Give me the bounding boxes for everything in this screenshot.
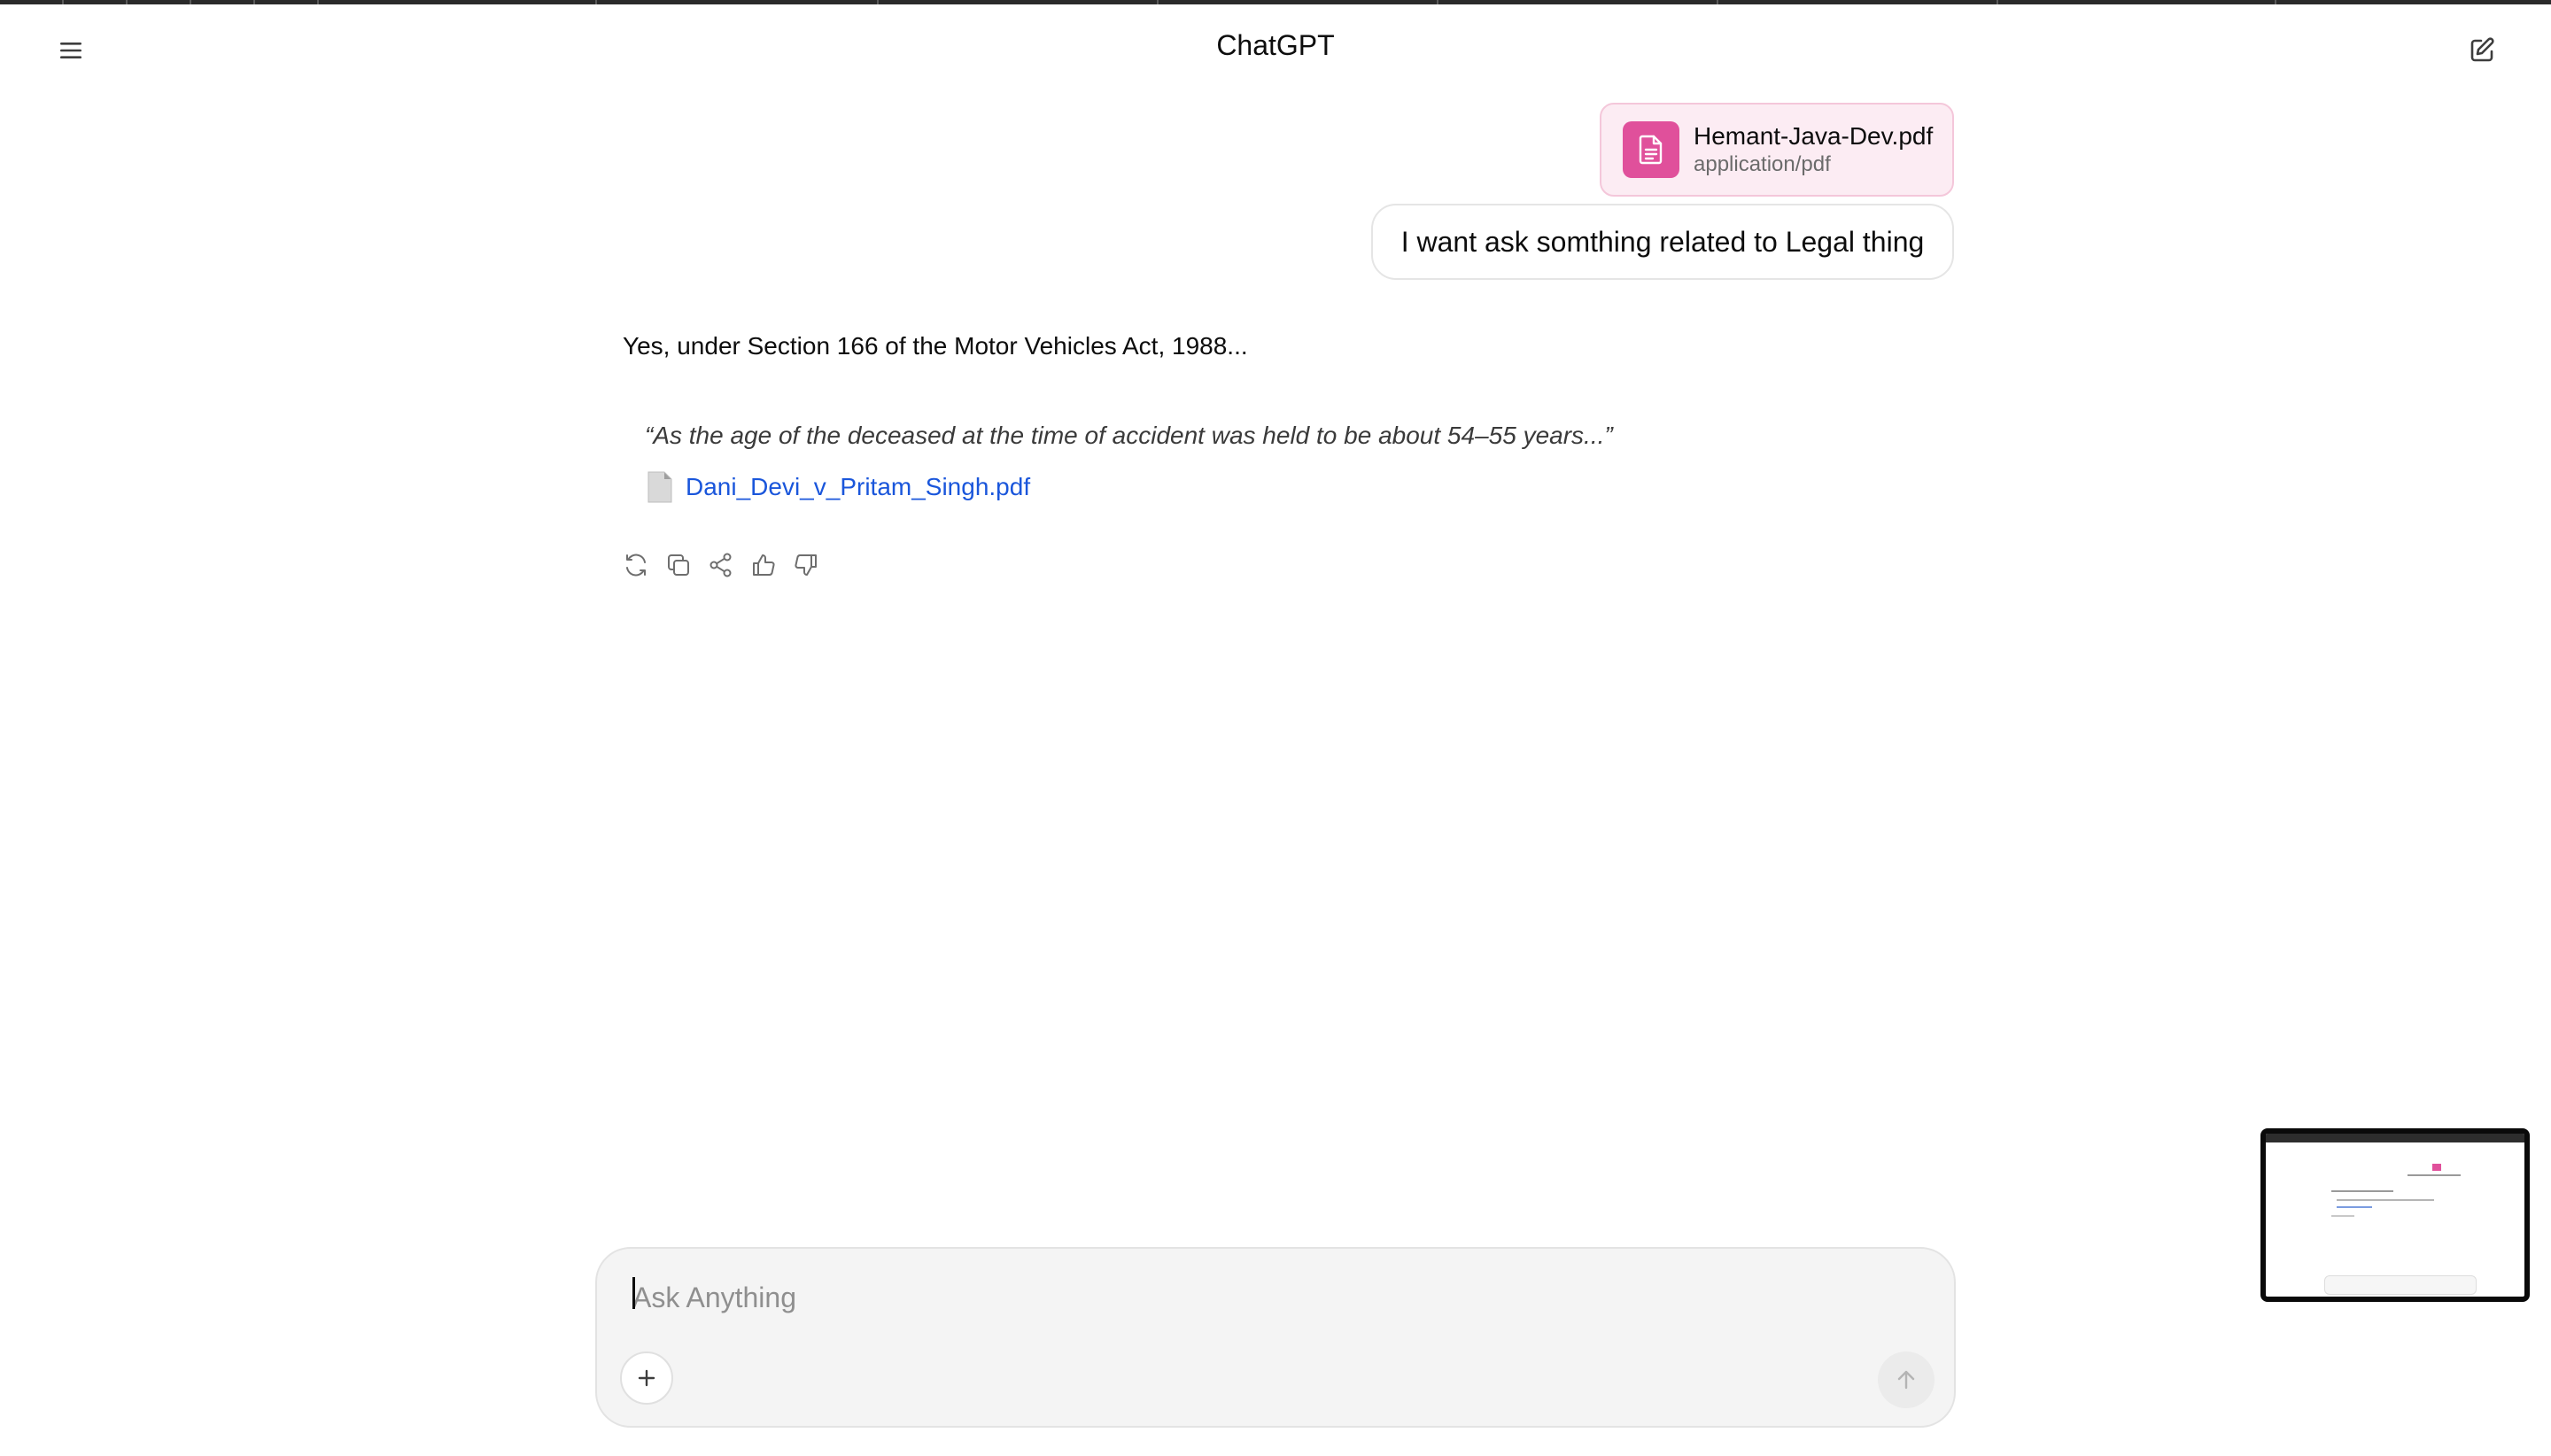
screenshot-preview-thumbnail[interactable] [2260,1128,2530,1302]
share-icon [709,553,732,577]
attachment-file-type: application/pdf [1694,152,1831,176]
file-icon [647,471,673,503]
text-caret [632,1277,635,1309]
thumbs-up-icon [753,554,775,576]
copy-icon [668,554,689,576]
attachment-meta: Hemant-Java-Dev.pdf application/pdf [1694,121,1933,178]
regenerate-icon [626,554,646,577]
plus-icon [638,1369,655,1387]
attachment-icon-box [1623,121,1679,178]
chat-header: ChatGPT [0,4,2551,89]
copy-button[interactable] [663,549,694,581]
assistant-quote: “As the age of the deceased at the time … [645,422,1613,449]
new-chat-button[interactable] [2457,26,2507,75]
compose-edit-icon [2470,37,2494,62]
attachment-card[interactable]: Hemant-Java-Dev.pdf application/pdf [1600,103,1954,197]
thumbs-down-icon [795,554,817,576]
citation-link[interactable]: Dani_Devi_v_Pritam_Singh.pdf [686,473,1030,501]
assistant-message-text: Yes, under Section 166 of the Motor Vehi… [623,332,1248,360]
attachment-file-name: Hemant-Java-Dev.pdf [1694,122,1934,150]
send-button[interactable] [1878,1351,1935,1408]
document-icon [1639,135,1663,165]
message-composer [595,1247,1956,1428]
thumbs-up-button[interactable] [748,549,779,581]
app-title: ChatGPT [1216,29,1335,61]
regenerate-button[interactable] [620,549,652,581]
ask-input[interactable] [632,1275,1908,1320]
citation-row: Dani_Devi_v_Pritam_Singh.pdf [647,471,1030,503]
user-message-bubble: I want ask somthing related to Legal thi… [1371,204,1954,280]
thumbs-down-button[interactable] [790,549,822,581]
arrow-up-icon [1897,1370,1915,1390]
add-attachment-button[interactable] [620,1351,673,1405]
message-actions [620,549,822,581]
share-button[interactable] [705,549,737,581]
